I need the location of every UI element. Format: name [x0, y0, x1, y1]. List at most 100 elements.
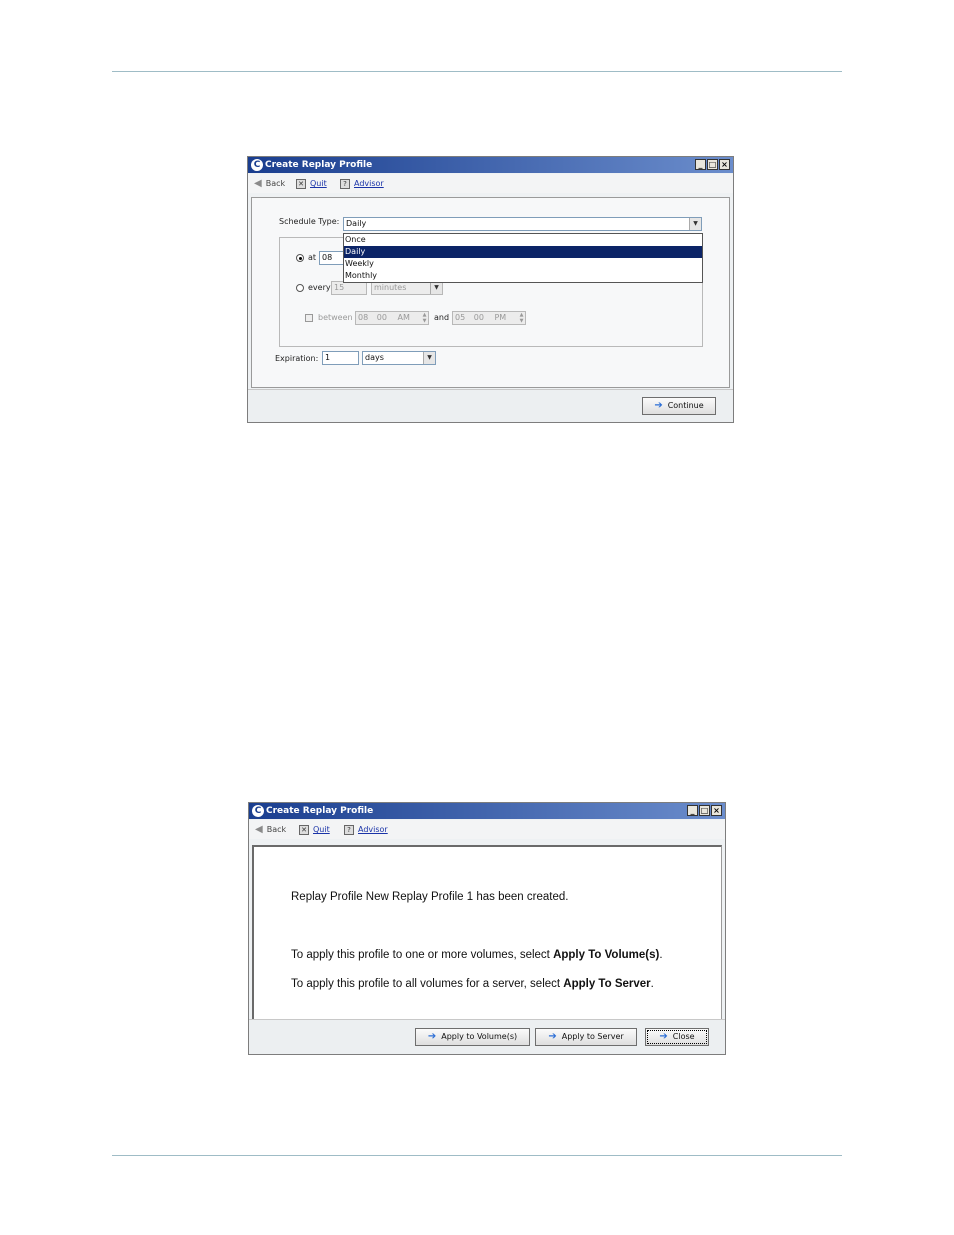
apply-to-server-button[interactable]: ➔ Apply to Server — [535, 1028, 637, 1046]
help-icon: ? — [340, 178, 350, 189]
volumes-prefix: To apply this profile to one or more vol… — [291, 949, 554, 961]
and-label: and — [434, 313, 450, 322]
between-checkbox[interactable] — [305, 314, 313, 322]
advisor-link[interactable]: ? Advisor — [340, 174, 384, 193]
app-logo-icon: C — [252, 805, 264, 817]
spinner-icon[interactable]: ▲ ▼ — [518, 312, 525, 324]
server-prefix: To apply this profile to all volumes for… — [291, 978, 564, 990]
between-start-time[interactable]: 08 00 AM ▲ ▼ — [355, 311, 429, 325]
close-window-button[interactable]: × — [711, 805, 722, 816]
title-bar: C Create Replay Profile _ □ × — [249, 803, 725, 819]
between-end-time[interactable]: 05 00 PM ▲ ▼ — [452, 311, 526, 325]
at-hour-field[interactable]: 08 — [319, 251, 345, 265]
start-minute: 00 — [376, 313, 387, 322]
quit-icon: ✕ — [299, 824, 309, 835]
close-label: Close — [672, 1032, 695, 1041]
arrow-right-icon: ➔ — [654, 400, 663, 411]
toolbar: ◀ Back ✕ Quit ? Advisor — [248, 174, 733, 193]
back-label: Back — [266, 825, 287, 834]
schedule-type-select[interactable]: Daily ▼ — [343, 217, 702, 231]
expiration-value: 1 — [325, 353, 331, 362]
schedule-option-monthly[interactable]: Monthly — [344, 270, 702, 282]
every-value: 15 — [334, 283, 345, 292]
apply-to-volumes-button[interactable]: ➔ Apply to Volume(s) — [415, 1028, 530, 1046]
toolbar: ◀ Back ✕ Quit ? Advisor — [249, 820, 725, 839]
quit-label: Quit — [310, 179, 327, 188]
apply-server-label: Apply to Server — [561, 1032, 624, 1041]
expiration-label: Expiration: — [275, 354, 319, 363]
created-message: Replay Profile New Replay Profile 1 has … — [291, 891, 569, 903]
window-title: Create Replay Profile — [265, 160, 373, 170]
advisor-label: Advisor — [358, 825, 388, 834]
schedule-type-label: Schedule Type: — [279, 217, 340, 226]
continue-button[interactable]: ➔ Continue — [642, 397, 716, 415]
back-label: Back — [265, 179, 286, 188]
close-button[interactable]: ➔ Close — [645, 1028, 709, 1046]
chevron-down-icon[interactable]: ▼ — [430, 282, 442, 294]
expiration-value-field[interactable]: 1 — [322, 351, 359, 365]
at-label: at — [308, 253, 317, 262]
expiration-unit-value: days — [365, 353, 384, 362]
continue-label: Continue — [667, 401, 704, 410]
at-radio[interactable] — [296, 254, 304, 262]
window-title: Create Replay Profile — [266, 806, 374, 816]
create-replay-profile-dialog-schedule: C Create Replay Profile _ □ × ◀ Back ✕ Q… — [247, 156, 734, 423]
title-bar: C Create Replay Profile _ □ × — [248, 157, 733, 173]
minimize-button[interactable]: _ — [687, 805, 698, 816]
maximize-button[interactable]: □ — [699, 805, 710, 816]
app-logo-icon: C — [251, 159, 263, 171]
back-arrow-icon: ◀ — [255, 824, 263, 835]
footer-rule — [112, 1155, 842, 1156]
end-hour: 05 — [455, 313, 466, 322]
minimize-button[interactable]: _ — [695, 159, 706, 170]
chevron-down-icon[interactable]: ▼ — [689, 218, 701, 230]
server-bold: Apply To Server — [563, 978, 651, 990]
volumes-bold: Apply To Volume(s) — [553, 949, 660, 961]
apply-server-instruction: To apply this profile to all volumes for… — [291, 978, 654, 990]
schedule-option-weekly[interactable]: Weekly — [344, 258, 702, 270]
end-minute: 00 — [473, 313, 484, 322]
content-panel: Schedule Type: Daily ▼ at 08 every 15 mi… — [251, 197, 730, 388]
every-value-field[interactable]: 15 — [331, 281, 367, 295]
schedule-option-once[interactable]: Once — [344, 234, 702, 246]
quit-label: Quit — [313, 825, 330, 834]
spinner-icon[interactable]: ▲ ▼ — [421, 312, 428, 324]
schedule-type-dropdown-list: Once Daily Weekly Monthly — [343, 233, 703, 283]
quit-link[interactable]: ✕ Quit — [296, 174, 327, 193]
arrow-right-icon: ➔ — [427, 1031, 437, 1042]
volumes-suffix: . — [659, 949, 663, 961]
maximize-button[interactable]: □ — [707, 159, 718, 170]
schedule-option-daily[interactable]: Daily — [344, 246, 702, 258]
start-ampm: AM — [397, 313, 410, 322]
every-unit-value: minutes — [374, 283, 407, 292]
help-icon: ? — [344, 824, 354, 835]
apply-volumes-instruction: To apply this profile to one or more vol… — [291, 949, 663, 961]
advisor-label: Advisor — [354, 179, 384, 188]
button-bar: ➔ Apply to Volume(s) ➔ Apply to Server ➔… — [249, 1019, 725, 1054]
end-ampm: PM — [494, 313, 507, 322]
expiration-unit-select[interactable]: days ▼ — [362, 351, 436, 365]
close-window-button[interactable]: × — [719, 159, 730, 170]
quit-link[interactable]: ✕ Quit — [299, 820, 330, 839]
header-rule — [112, 71, 842, 72]
advisor-link[interactable]: ? Advisor — [344, 820, 388, 839]
start-hour: 08 — [358, 313, 369, 322]
chevron-down-icon[interactable]: ▼ — [423, 352, 435, 364]
arrow-right-icon: ➔ — [659, 1031, 668, 1042]
create-replay-profile-dialog-created: C Create Replay Profile _ □ × ◀ Back ✕ Q… — [248, 802, 726, 1055]
back-button[interactable]: ◀ Back — [255, 820, 286, 839]
between-label: between — [318, 313, 353, 322]
every-label: every — [308, 283, 331, 292]
at-hour-value: 08 — [322, 253, 333, 262]
arrow-right-icon: ➔ — [548, 1031, 557, 1042]
button-bar: ➔ Continue — [248, 389, 733, 422]
message-panel: Replay Profile New Replay Profile 1 has … — [252, 845, 722, 1021]
schedule-type-value: Daily — [346, 219, 367, 228]
back-arrow-icon: ◀ — [254, 178, 262, 189]
quit-icon: ✕ — [296, 178, 306, 189]
every-unit-select[interactable]: minutes ▼ — [371, 281, 443, 295]
back-button[interactable]: ◀ Back — [254, 174, 285, 193]
server-suffix: . — [650, 978, 654, 990]
apply-volumes-label: Apply to Volume(s) — [441, 1032, 518, 1041]
every-radio[interactable] — [296, 284, 304, 292]
